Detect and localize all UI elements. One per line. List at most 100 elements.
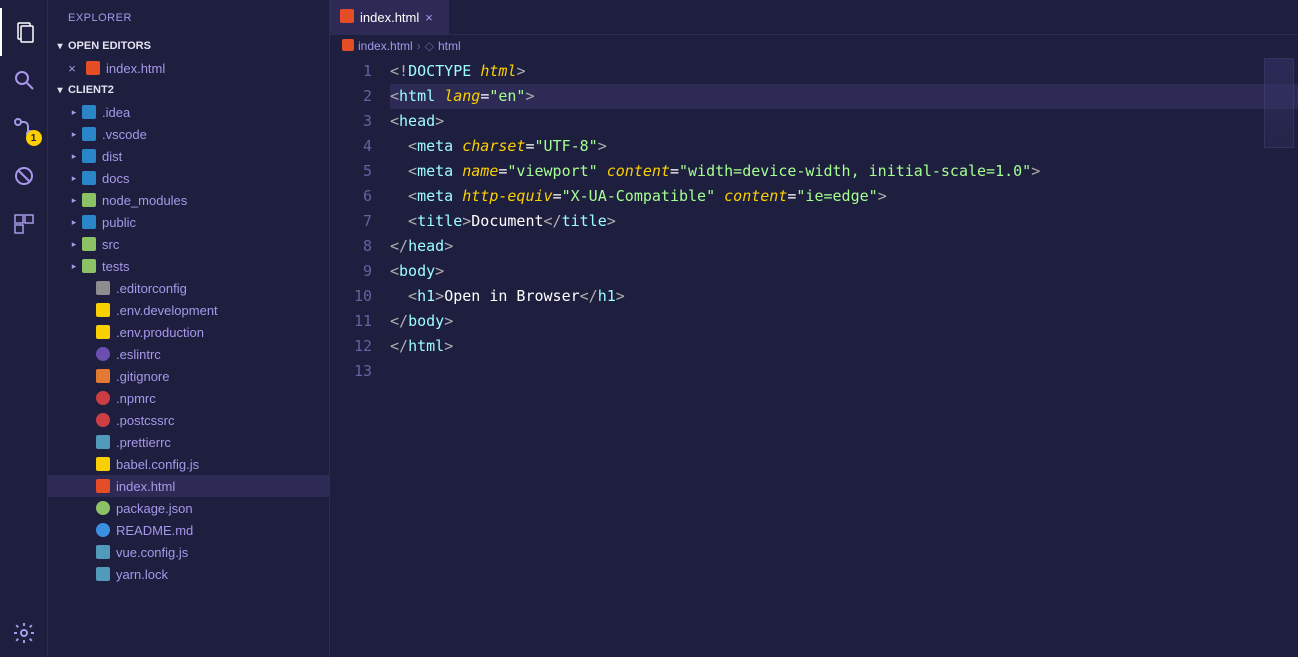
file-item[interactable]: .editorconfig xyxy=(48,277,329,299)
file-item[interactable]: babel.config.js xyxy=(48,453,329,475)
breadcrumb-item[interactable]: html xyxy=(438,39,461,53)
debug-icon[interactable] xyxy=(0,152,48,200)
folder-green-icon xyxy=(80,193,98,207)
chevron-right-icon: ▸ xyxy=(68,151,80,162)
orange-icon xyxy=(94,369,112,383)
folder-item[interactable]: ▸ docs xyxy=(48,167,329,189)
tree-item-label: vue.config.js xyxy=(116,545,188,560)
open-editor-item[interactable]: × index.html xyxy=(48,57,329,79)
editor-tabs: index.html × xyxy=(330,0,1298,35)
open-editors-header[interactable]: ▾ OPEN EDITORS xyxy=(48,35,329,57)
file-item[interactable]: vue.config.js xyxy=(48,541,329,563)
tree-item-label: .eslintrc xyxy=(116,347,161,362)
folder-item[interactable]: ▸public xyxy=(48,211,329,233)
chevron-right-icon: ▸ xyxy=(68,129,80,140)
scm-icon[interactable]: 1 xyxy=(0,104,48,152)
activity-bar: 1 xyxy=(0,0,48,657)
editor-group: index.html × index.html › ◇ html 1234567… xyxy=(330,0,1298,657)
tree-item-label: package.json xyxy=(116,501,193,516)
tree-item-label: .postcssrc xyxy=(116,413,175,428)
extensions-icon[interactable] xyxy=(0,200,48,248)
explorer-icon[interactable] xyxy=(0,8,48,56)
file-item[interactable]: package.json xyxy=(48,497,329,519)
tag-icon: ◇ xyxy=(425,39,434,53)
tree-item-label: index.html xyxy=(116,479,175,494)
folder-green-icon xyxy=(80,237,98,251)
folder-icon xyxy=(80,215,98,229)
chevron-down-icon: ▾ xyxy=(52,41,68,52)
breadcrumb-item[interactable]: index.html xyxy=(358,39,413,53)
folder-item[interactable]: ▸ node_modules xyxy=(48,189,329,211)
html5-icon xyxy=(84,61,102,75)
gutter: 12345678910111213 xyxy=(330,57,390,657)
chevron-right-icon: ▸ xyxy=(68,217,80,228)
sidebar-title: EXPLORER xyxy=(48,0,329,35)
html5-icon xyxy=(340,9,354,26)
tree-item-label: docs xyxy=(102,171,129,186)
tab-label: index.html xyxy=(360,10,419,25)
file-item[interactable]: .env.production xyxy=(48,321,329,343)
search-icon[interactable] xyxy=(0,56,48,104)
tree-item-label: node_modules xyxy=(102,193,187,208)
folder-green-icon xyxy=(80,259,98,273)
tree-item-label: dist xyxy=(102,149,122,164)
file-item[interactable]: .postcssrc xyxy=(48,409,329,431)
chevron-down-icon: ▾ xyxy=(52,85,68,96)
file-item[interactable]: .prettierrc xyxy=(48,431,329,453)
folder-item[interactable]: ▸src xyxy=(48,233,329,255)
tree-item-label: src xyxy=(102,237,119,252)
explorer-sidebar: EXPLORER ▾ OPEN EDITORS × index.html ▾ C… xyxy=(48,0,330,657)
chevron-right-icon: › xyxy=(417,39,421,53)
chevron-right-icon: ▸ xyxy=(68,261,80,272)
purple-icon xyxy=(94,347,112,361)
tree-item-label: .vscode xyxy=(102,127,147,142)
folder-item[interactable]: ▸ tests xyxy=(48,255,329,277)
tree-item-label: .env.development xyxy=(116,303,218,318)
chevron-right-icon: ▸ xyxy=(68,195,80,206)
file-item[interactable]: .gitignore xyxy=(48,365,329,387)
scm-badge: 1 xyxy=(26,130,42,146)
close-icon[interactable]: × xyxy=(425,10,439,25)
folder-icon xyxy=(80,171,98,185)
tree-item-label: tests xyxy=(102,259,129,274)
html5-icon xyxy=(94,479,112,493)
file-item[interactable]: .eslintrc xyxy=(48,343,329,365)
file-item[interactable]: yarn.lock xyxy=(48,563,329,585)
gear-icon xyxy=(94,281,112,295)
breadcrumbs[interactable]: index.html › ◇ html xyxy=(330,35,1298,57)
file-item[interactable]: .npmrc xyxy=(48,387,329,409)
chevron-right-icon: ▸ xyxy=(68,107,80,118)
tree-item-label: .env.production xyxy=(116,325,204,340)
tree-item-label: .idea xyxy=(102,105,130,120)
code-editor[interactable]: 12345678910111213 <!DOCTYPE html><html l… xyxy=(330,57,1298,657)
tree-item-label: .npmrc xyxy=(116,391,156,406)
code-content[interactable]: <!DOCTYPE html><html lang="en"><head> <m… xyxy=(390,57,1298,657)
html5-icon xyxy=(342,39,354,54)
green-icon xyxy=(94,501,112,515)
tree-item-label: babel.config.js xyxy=(116,457,199,472)
lightblue-icon xyxy=(94,435,112,449)
settings-gear-icon[interactable] xyxy=(0,609,48,657)
project-header[interactable]: ▾ CLIENT2 xyxy=(48,79,329,101)
red-icon xyxy=(94,413,112,427)
file-item[interactable]: .env.development xyxy=(48,299,329,321)
tree-item-label: .prettierrc xyxy=(116,435,171,450)
folder-item[interactable]: ▸ dist xyxy=(48,145,329,167)
yellow-icon xyxy=(94,303,112,317)
folder-item[interactable]: ▸ .idea xyxy=(48,101,329,123)
folder-item[interactable]: ▸ .vscode xyxy=(48,123,329,145)
tree-item-label: yarn.lock xyxy=(116,567,168,582)
blueround-icon xyxy=(94,523,112,537)
yellow-icon xyxy=(94,325,112,339)
file-item[interactable]: README.md xyxy=(48,519,329,541)
chevron-right-icon: ▸ xyxy=(68,173,80,184)
tab-index-html[interactable]: index.html × xyxy=(330,0,450,35)
lightblue-icon xyxy=(94,545,112,559)
minimap[interactable] xyxy=(1264,58,1294,148)
folder-icon xyxy=(80,105,98,119)
tree-item-label: .editorconfig xyxy=(116,281,187,296)
file-item[interactable]: index.html xyxy=(48,475,329,497)
close-icon[interactable]: × xyxy=(64,61,80,76)
red-icon xyxy=(94,391,112,405)
folder-icon xyxy=(80,127,98,141)
